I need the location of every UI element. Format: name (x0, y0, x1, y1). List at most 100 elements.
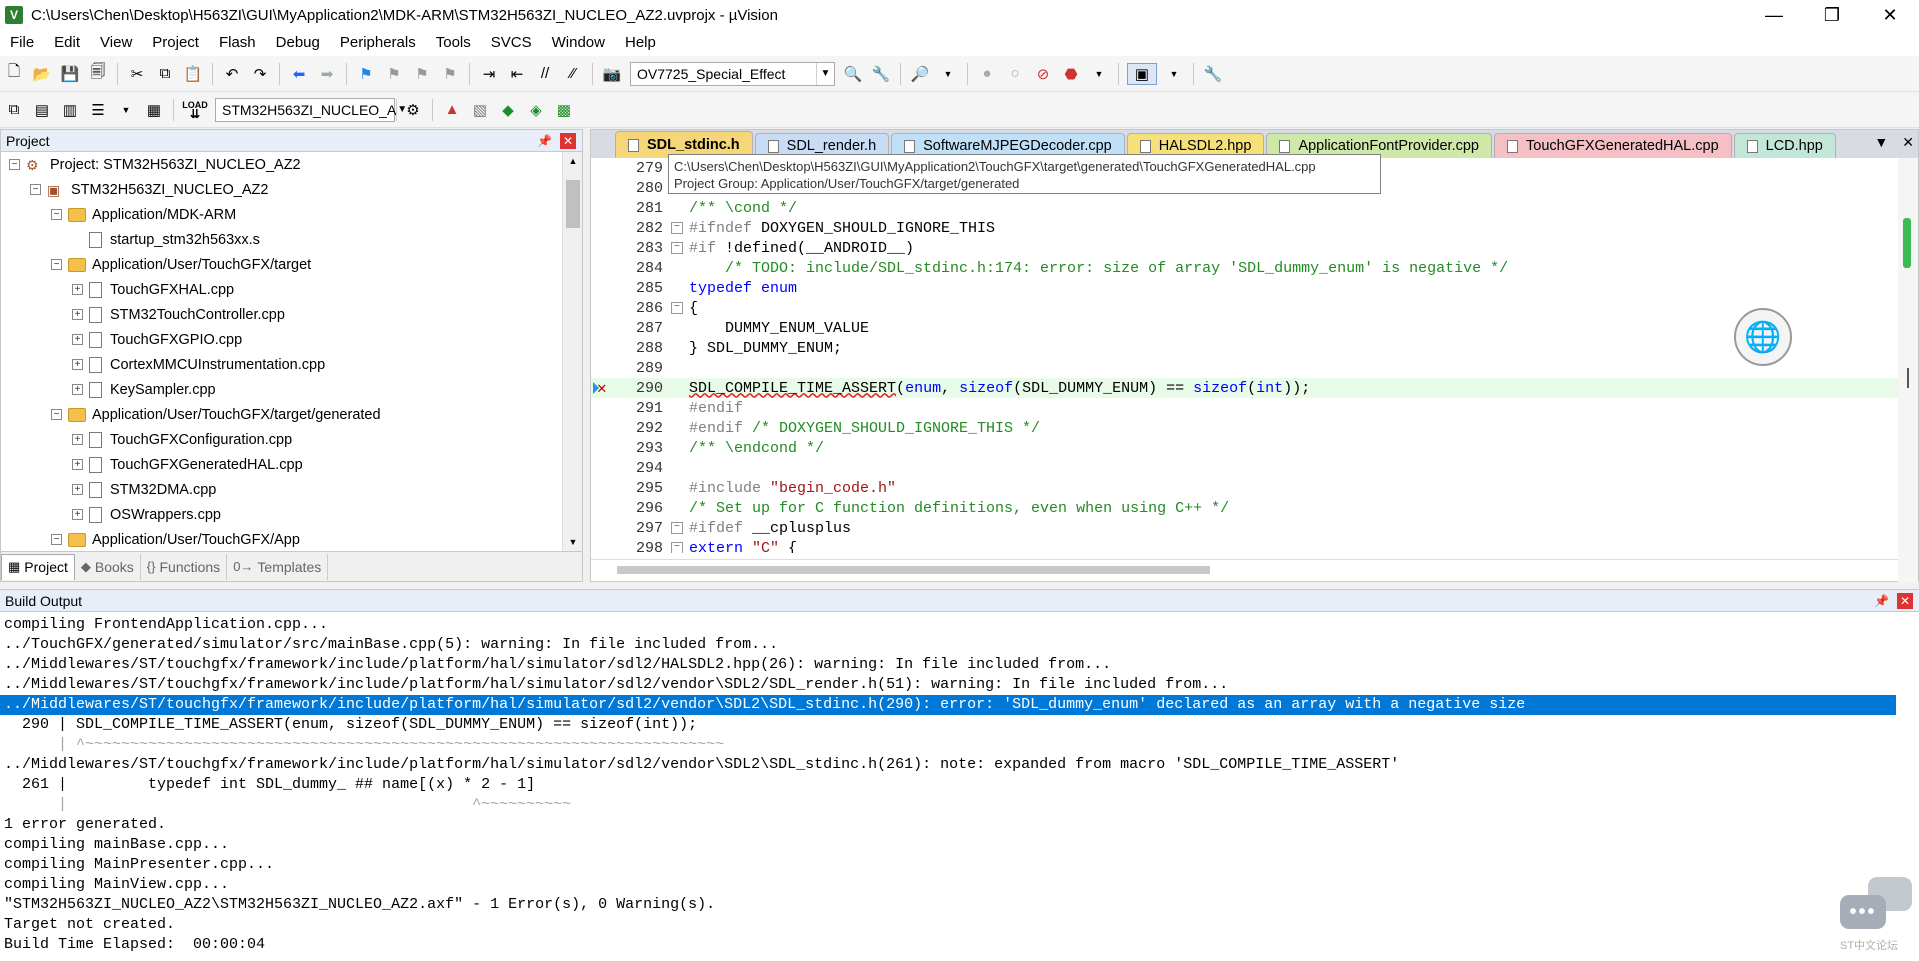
stop-build-icon[interactable]: ▦ (143, 99, 165, 121)
menu-help[interactable]: Help (615, 30, 666, 56)
chevron-down-icon[interactable]: ▼ (816, 62, 834, 85)
breakpoint-enable-icon[interactable]: ○ (1004, 63, 1026, 85)
menu-flash[interactable]: Flash (209, 30, 266, 56)
collapse-icon[interactable]: − (51, 209, 62, 220)
menu-view[interactable]: View (90, 30, 142, 56)
tree-item[interactable]: + KeySampler.cpp (1, 377, 564, 402)
chevron-down-icon[interactable]: ▼ (1088, 63, 1110, 85)
window-layout-icon[interactable]: ▣ (1127, 62, 1157, 85)
code-line[interactable]: 295 #include "begin_code.h" (591, 478, 1899, 498)
tab-project[interactable]: ▦ Project (1, 553, 75, 580)
code-line[interactable]: 294 (591, 458, 1899, 478)
tree-item[interactable]: + TouchGFXConfiguration.cpp (1, 427, 564, 452)
tree-item[interactable]: − Application/User/TouchGFX/target/genera… (1, 402, 564, 427)
scroll-up-icon[interactable]: ▲ (563, 152, 583, 170)
output-line[interactable]: | ^~~~~~~~~~~~~~~~~~~~~~~~~~~~~~~~~~~~~~… (0, 735, 1919, 755)
chevron-down-icon[interactable]: ▼ (115, 99, 137, 121)
navigate-forward-icon[interactable]: ➡ (316, 63, 338, 85)
build-output-text[interactable]: compiling FrontendApplication.cpp... ../T… (0, 615, 1919, 955)
target-combo[interactable]: STM32H563ZI_NUCLEO_A ▼ (215, 97, 407, 122)
bookmark-prev-icon[interactable]: ⚑ (383, 63, 405, 85)
fold-icon[interactable]: − (671, 542, 683, 553)
expand-icon[interactable]: + (72, 334, 83, 345)
tree-item[interactable]: startup_stm32h563xx.s (1, 227, 564, 252)
menu-debug[interactable]: Debug (266, 30, 330, 56)
tree-item[interactable]: + TouchGFXGeneratedHAL.cpp (1, 452, 564, 477)
breakpoint-disable-all-icon[interactable]: ⊘ (1032, 63, 1054, 85)
open-file-icon[interactable]: 📂 (31, 63, 53, 85)
collapse-icon[interactable]: − (51, 409, 62, 420)
output-line[interactable]: 1 error generated. (0, 815, 1919, 835)
pin-icon[interactable]: 📌 (1874, 594, 1889, 608)
expand-icon[interactable]: + (72, 384, 83, 395)
code-line[interactable]: 297− #ifdef __cplusplus (591, 518, 1899, 538)
menu-svcs[interactable]: SVCS (481, 30, 542, 56)
batch-build-icon[interactable]: ☰ (87, 99, 109, 121)
pack-installer-icon[interactable]: ◈ (525, 99, 547, 121)
close-window-button[interactable]: ✕ (1861, 0, 1919, 30)
fold-icon[interactable]: − (671, 522, 683, 534)
rebuild-icon[interactable]: ▥ (59, 99, 81, 121)
expand-icon[interactable]: + (72, 459, 83, 470)
code-line[interactable]: 296 /* Set up for C function definitions,… (591, 498, 1899, 518)
menu-edit[interactable]: Edit (44, 30, 90, 56)
minimize-button[interactable]: — (1745, 0, 1803, 30)
component-icon[interactable]: ▩ (553, 99, 575, 121)
collapse-icon[interactable]: − (9, 159, 20, 170)
output-line[interactable]: Build Time Elapsed: 00:00:04 (0, 935, 1919, 955)
expand-icon[interactable]: + (72, 309, 83, 320)
code-line[interactable]: 285 typedef enum (591, 278, 1899, 298)
tab-templates[interactable]: 0→ Templates (227, 553, 329, 580)
globe-icon[interactable]: 🌐 (1734, 308, 1792, 366)
tab-books[interactable]: ◆ Books (75, 553, 141, 580)
copy-icon[interactable]: ⧉ (154, 63, 176, 85)
output-line[interactable]: 261 | typedef int SDL_dummy_ ## name[(x)… (0, 775, 1919, 795)
collapse-icon[interactable]: − (51, 534, 62, 545)
output-line[interactable]: "STM32H563ZI_NUCLEO_AZ2\STM32H563ZI_NUCL… (0, 895, 1919, 915)
uncomment-icon[interactable]: ⁄⁄ (562, 63, 584, 85)
code-line[interactable]: 293 /** \endcond */ (591, 438, 1899, 458)
configure-wrench-icon[interactable]: 🔧 (1202, 63, 1224, 85)
incremental-find-icon[interactable]: 🔧 (870, 63, 892, 85)
code-line[interactable]: ✕ 290 SDL_COMPILE_TIME_ASSERT(enum, sizeof… (591, 378, 1899, 398)
expand-icon[interactable]: + (72, 509, 83, 520)
bookmark-clear-icon[interactable]: ⚑ (439, 63, 461, 85)
effect-icon[interactable]: 📷 (601, 63, 623, 85)
code-line[interactable]: 286−{ (591, 298, 1899, 318)
tree-item[interactable]: + STM32TouchController.cpp (1, 302, 564, 327)
undo-icon[interactable]: ↶ (221, 63, 243, 85)
code-line[interactable]: 287 DUMMY_ENUM_VALUE (591, 318, 1899, 338)
output-line[interactable]: compiling mainBase.cpp... (0, 835, 1919, 855)
menu-window[interactable]: Window (542, 30, 615, 56)
output-line[interactable]: compiling MainPresenter.cpp... (0, 855, 1919, 875)
editor-tab[interactable]: LCD.hpp (1733, 133, 1836, 158)
collapse-icon[interactable]: − (51, 259, 62, 270)
code-line[interactable]: 289 (591, 358, 1899, 378)
code-view[interactable]: 279 280 281/** \cond */282− #ifndef DOXYGEN… (591, 158, 1899, 553)
output-line[interactable]: Target not created. (0, 915, 1919, 935)
tree-item[interactable]: − Application/User/TouchGFX/target (1, 252, 564, 277)
scrollbar-thumb[interactable] (566, 180, 580, 228)
save-all-icon[interactable]: 🗐 (87, 63, 109, 85)
tree-item[interactable]: + OSWrappers.cpp (1, 502, 564, 527)
tree-item[interactable]: + TouchGFXGPIO.cpp (1, 327, 564, 352)
project-tree-scrollbar[interactable]: ▲ ▼ (562, 152, 582, 551)
output-line[interactable]: ../Middlewares/ST/touchgfx/framework/inc… (0, 695, 1896, 715)
tree-item[interactable]: − ▣ STM32H563ZI_NUCLEO_AZ2 (1, 177, 564, 202)
code-line[interactable]: 298− extern "C" { (591, 538, 1899, 553)
find-combo[interactable]: OV7725_Special_Effect ▼ (630, 61, 835, 86)
code-line[interactable]: 284 /* TODO: include/SDL_stdinc.h:174: e… (591, 258, 1899, 278)
comment-icon[interactable]: // (534, 63, 556, 85)
code-line[interactable]: 283− #if !defined(__ANDROID__) (591, 238, 1899, 258)
debug-session-icon[interactable]: 🔎 (909, 63, 931, 85)
tree-item[interactable]: + TouchGFXHAL.cpp (1, 277, 564, 302)
download-load-icon[interactable]: LOAD ⇊ (182, 99, 208, 121)
options-for-target-icon[interactable]: ⚙ (402, 99, 424, 121)
indent-icon[interactable]: ⇥ (478, 63, 500, 85)
manage-runtime-env-icon[interactable]: ◆ (497, 99, 519, 121)
editor-horizontal-scrollbar[interactable] (591, 559, 1899, 581)
output-line[interactable]: compiling MainView.cpp... (0, 875, 1919, 895)
code-line[interactable]: 292 #endif /* DOXYGEN_SHOULD_IGNORE_THIS … (591, 418, 1899, 438)
output-line[interactable]: 290 | SDL_COMPILE_TIME_ASSERT(enum, size… (0, 715, 1919, 735)
bookmark-insert-icon[interactable]: ⚑ (355, 63, 377, 85)
